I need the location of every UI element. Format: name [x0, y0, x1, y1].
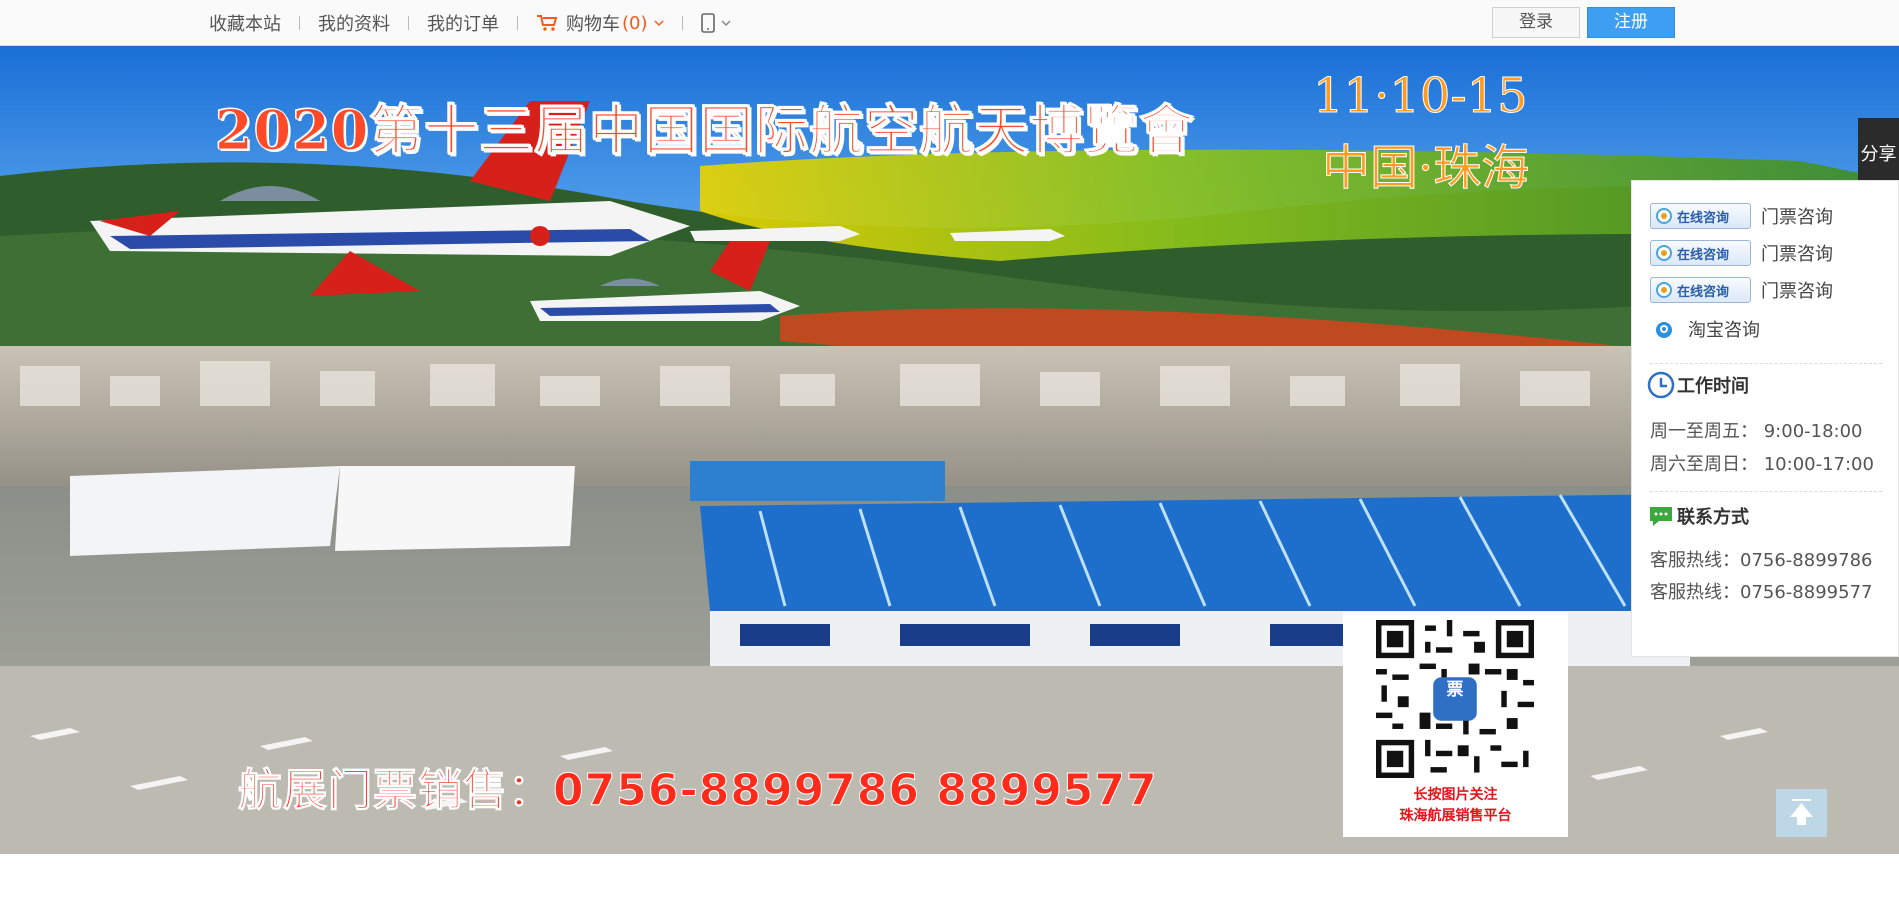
online-consult-button[interactable]: 在线咨询 [1650, 277, 1751, 303]
mobile-phone-icon [700, 13, 715, 33]
work-hours-label: 工作时间 [1677, 376, 1749, 397]
qq-icon [1656, 282, 1672, 298]
consult-row: 在线咨询 门票咨询 [1650, 239, 1833, 267]
login-button[interactable]: 登录 [1492, 7, 1580, 38]
wechat-qr-card[interactable]: 票 长按图片关注 珠海航展销售平台 [1343, 612, 1568, 837]
taobao-consult-label: 淘宝咨询 [1688, 320, 1760, 341]
cart-label: 购物车 [566, 14, 620, 35]
cart-count: (0) [622, 12, 648, 34]
consult-row: 在线咨询 门票咨询 [1650, 202, 1833, 230]
contact-title: 联系方式 [1647, 502, 1749, 530]
consult-row: 在线咨询 门票咨询 [1650, 276, 1833, 304]
qq-icon [1656, 245, 1672, 261]
nav-divider [517, 16, 518, 30]
nav-divider [299, 16, 300, 30]
contact-label: 联系方式 [1677, 507, 1749, 528]
qq-icon [1656, 208, 1672, 224]
chevron-down-icon [653, 20, 664, 27]
top-nav: 收藏本站 我的资料 我的订单 购物车 (0) [209, 0, 731, 46]
wangwang-icon [1656, 322, 1672, 338]
divider [1650, 491, 1882, 492]
qr-center-logo: 票 [1446, 680, 1464, 700]
banner-title: 2020第十三届中国国际航空航天博覽會 [214, 98, 1195, 163]
chevron-down-icon [720, 20, 731, 27]
qr-caption-line2: 珠海航展销售平台 [1399, 808, 1512, 824]
nav-my-profile[interactable]: 我的资料 [318, 10, 390, 36]
register-button[interactable]: 注册 [1587, 7, 1675, 38]
cart-icon [537, 15, 558, 31]
arrow-up-icon [1790, 799, 1813, 825]
taobao-consult-link[interactable]: 淘宝咨询 [1654, 315, 1760, 343]
airshow-banner: 2020第十三届中国国际航空航天博覽會 11·10-15 中国·珠海 航展门票销… [0, 46, 1899, 854]
customer-service-panel: 在线咨询 门票咨询 在线咨询 门票咨询 在线咨询 门票咨询 淘宝咨询 工作时间 … [1631, 180, 1899, 657]
ticket-consult-label: 门票咨询 [1761, 207, 1833, 228]
divider [1650, 363, 1882, 364]
online-consult-label: 在线咨询 [1677, 210, 1730, 226]
online-consult-button[interactable]: 在线咨询 [1650, 240, 1751, 266]
online-consult-button[interactable]: 在线咨询 [1650, 203, 1751, 229]
top-bar: 收藏本站 我的资料 我的订单 购物车 (0) 登录 注册 [0, 0, 1899, 46]
online-consult-label: 在线咨询 [1677, 247, 1730, 263]
ticket-consult-label: 门票咨询 [1761, 244, 1833, 265]
clock-icon [1647, 371, 1675, 399]
online-consult-label: 在线咨询 [1677, 284, 1730, 300]
qr-caption-line1: 长按图片关注 [1413, 787, 1498, 803]
banner-dates: 11·10-15 [1313, 68, 1529, 125]
nav-divider [681, 16, 683, 30]
cart-link[interactable]: 购物车 (0) [536, 10, 664, 36]
chat-bubble-icon [1650, 507, 1672, 526]
hotline-1: 客服热线：0756-8899786 [1650, 550, 1873, 571]
work-hours-title: 工作时间 [1647, 371, 1749, 399]
mobile-menu[interactable] [700, 13, 731, 33]
banner-photo [0, 46, 1899, 854]
hotline-2: 客服热线：0756-8899577 [1650, 582, 1873, 603]
ticket-sales-hotline: 航展门票销售：0756-8899786 8899577 [238, 765, 1158, 817]
work-hours-weekend: 周六至周日： 10:00-17:00 [1650, 454, 1874, 475]
ticket-consult-label: 门票咨询 [1761, 281, 1833, 302]
banner-place: 中国·珠海 [1321, 140, 1530, 197]
nav-bookmark-site[interactable]: 收藏本站 [209, 10, 281, 36]
nav-divider [408, 16, 409, 30]
nav-my-orders[interactable]: 我的订单 [427, 10, 499, 36]
work-hours-weekday: 周一至周五： 9:00-18:00 [1650, 421, 1863, 442]
back-to-top-button[interactable] [1776, 789, 1827, 837]
